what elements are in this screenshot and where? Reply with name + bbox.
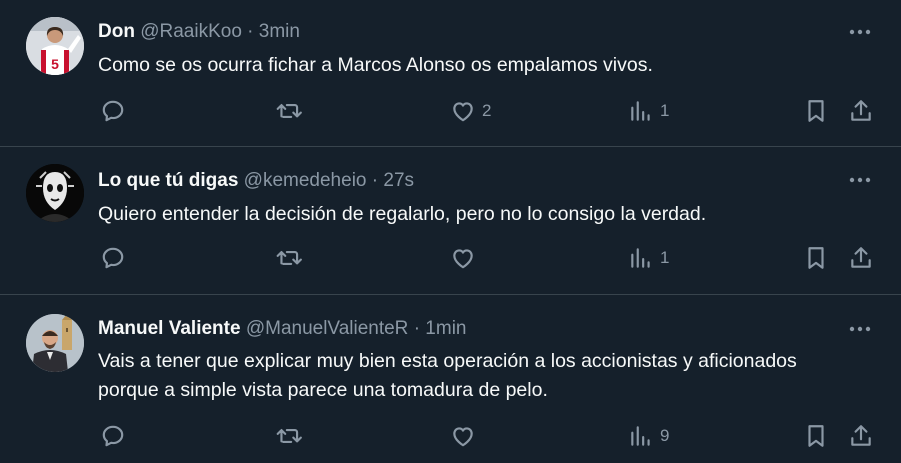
- tweet-text: Vais a tener que explicar muy bien esta …: [98, 350, 797, 401]
- reply-button[interactable]: [100, 423, 126, 449]
- svg-text:5: 5: [51, 56, 59, 72]
- more-icon[interactable]: [847, 22, 873, 42]
- share-icon: [851, 100, 871, 121]
- separator: ·: [247, 21, 254, 42]
- action-bar: 9: [0, 421, 901, 455]
- retweet-button[interactable]: [275, 98, 303, 124]
- like-button[interactable]: 2: [450, 98, 491, 124]
- tweet[interactable]: Lo que tú digas @kemedeheio · 27s Quiero…: [0, 147, 901, 295]
- display-name[interactable]: Manuel Valiente: [98, 318, 241, 339]
- display-name[interactable]: Don: [98, 21, 135, 42]
- views-button[interactable]: 9: [628, 423, 669, 449]
- heart-icon: [453, 249, 473, 269]
- avatar-image: 5: [26, 17, 84, 75]
- tweet-text: Como se os ocurra fichar a Marcos Alonso…: [98, 54, 653, 76]
- views-button[interactable]: 1: [628, 98, 669, 124]
- views-icon: [631, 101, 650, 121]
- tweet[interactable]: 5 Don @RaaikKoo · 3min Como se os ocurra…: [0, 0, 901, 147]
- avatar[interactable]: [26, 164, 84, 222]
- user-handle[interactable]: @RaaikKoo: [140, 21, 242, 42]
- bookmark-button[interactable]: [804, 98, 828, 124]
- reply-button[interactable]: [100, 98, 126, 124]
- retweet-icon: [276, 104, 302, 119]
- separator: ·: [413, 318, 421, 339]
- tweet-header: Don @RaaikKoo · 3min: [98, 20, 300, 44]
- views-icon: [631, 426, 650, 446]
- retweet-button[interactable]: [275, 245, 303, 271]
- reply-icon: [102, 247, 124, 269]
- separator: ·: [371, 170, 379, 191]
- like-button[interactable]: [450, 245, 482, 271]
- view-count: 1: [660, 101, 670, 120]
- views-button[interactable]: 1: [628, 245, 669, 271]
- avatar[interactable]: [26, 314, 84, 372]
- reply-button[interactable]: [100, 245, 126, 271]
- action-bar: 1: [0, 243, 901, 277]
- bookmark-icon: [808, 247, 824, 269]
- action-bar: 2 1: [0, 94, 901, 128]
- share-icon: [851, 247, 871, 268]
- share-button[interactable]: [848, 423, 874, 449]
- bookmark-icon: [808, 425, 824, 447]
- timestamp[interactable]: 1min: [425, 318, 466, 339]
- bookmark-button[interactable]: [804, 423, 828, 449]
- bookmark-button[interactable]: [804, 245, 828, 271]
- timestamp[interactable]: 27s: [383, 170, 414, 191]
- retweet-icon: [276, 429, 302, 444]
- tweet-header: Lo que tú digas @kemedeheio · 27s: [98, 169, 414, 193]
- retweet-button[interactable]: [275, 423, 303, 449]
- bookmark-icon: [808, 100, 824, 122]
- retweet-icon: [276, 251, 302, 265]
- avatar-image: [26, 164, 84, 222]
- more-icon[interactable]: [847, 170, 873, 190]
- view-count: 1: [660, 248, 670, 267]
- share-button[interactable]: [848, 245, 874, 271]
- avatar[interactable]: 5: [26, 17, 84, 75]
- view-count: 9: [660, 426, 670, 445]
- user-handle[interactable]: @kemedeheio: [244, 170, 367, 191]
- tweet-text: Quiero entender la decisión de regalarlo…: [98, 203, 707, 225]
- views-icon: [631, 248, 650, 268]
- tweet-header: Manuel Valiente @ManuelValienteR · 1min: [98, 317, 466, 341]
- heart-icon: [453, 102, 473, 122]
- user-handle[interactable]: @ManuelValienteR: [246, 318, 409, 339]
- more-icon[interactable]: [847, 319, 873, 339]
- timestamp[interactable]: 3min: [259, 21, 300, 42]
- heart-icon: [453, 427, 473, 447]
- display-name[interactable]: Lo que tú digas: [98, 170, 238, 191]
- reply-icon: [102, 425, 124, 447]
- share-icon: [851, 425, 871, 446]
- reply-icon: [102, 100, 124, 122]
- tweet[interactable]: Manuel Valiente @ManuelValienteR · 1min …: [0, 295, 901, 463]
- share-button[interactable]: [848, 98, 874, 124]
- like-count: 2: [482, 101, 492, 120]
- like-button[interactable]: [450, 423, 482, 449]
- avatar-image: [26, 314, 84, 372]
